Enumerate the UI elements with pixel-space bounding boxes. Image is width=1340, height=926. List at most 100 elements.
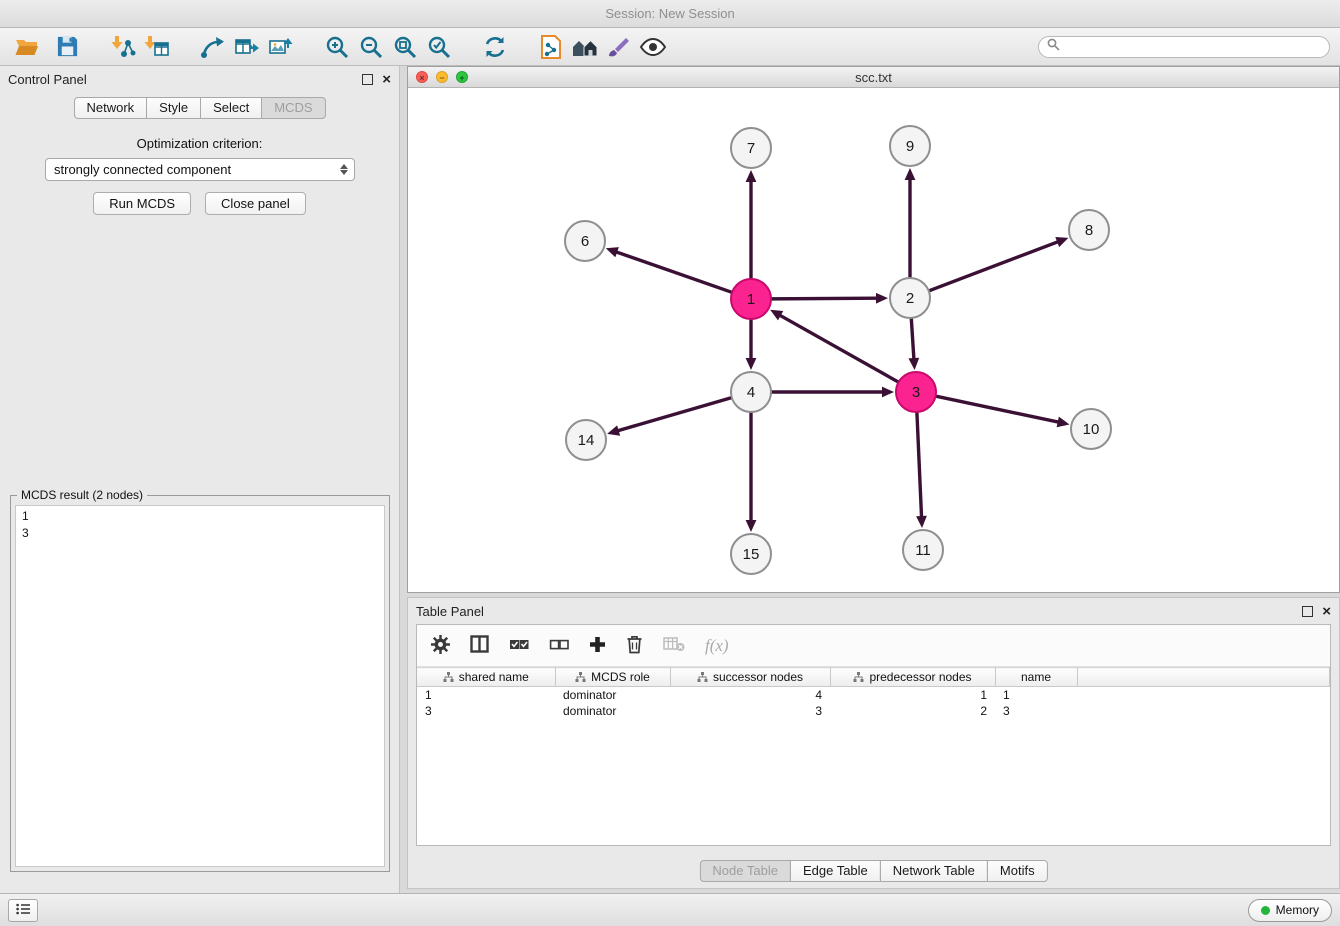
unselect-all-button[interactable] [549, 636, 569, 656]
delete-column-button[interactable] [626, 635, 643, 657]
export-table-button[interactable] [230, 32, 264, 62]
style-brush-button[interactable] [602, 32, 636, 62]
float-panel-icon[interactable] [362, 74, 373, 85]
control-panel-title: Control Panel [8, 72, 87, 87]
network-window-titlebar[interactable]: × − + scc.txt [408, 67, 1339, 88]
float-table-panel-icon[interactable] [1302, 606, 1313, 617]
result-item[interactable]: 1 [16, 508, 384, 525]
show-panels-button[interactable] [8, 899, 38, 922]
import-table-button[interactable] [140, 32, 174, 62]
network-edge-4-14[interactable] [619, 398, 731, 431]
share-network-button[interactable] [196, 32, 230, 62]
table-tabs: Node Table Edge Table Network Table Moti… [699, 860, 1047, 882]
edge-arrowhead-icon [882, 387, 894, 398]
zoom-in-button[interactable] [320, 32, 354, 62]
export-image-button[interactable] [264, 32, 298, 62]
edge-arrowhead-icon [606, 247, 619, 257]
network-edge-2-3[interactable] [911, 319, 913, 358]
column-header-successor-nodes[interactable]: successor nodes [670, 668, 830, 687]
first-neighbors-icon [571, 35, 599, 59]
delete-table-button[interactable] [663, 636, 685, 655]
run-mcds-button[interactable]: Run MCDS [93, 192, 191, 215]
column-type-icon [443, 672, 454, 683]
network-node-8[interactable]: 8 [1069, 210, 1109, 250]
close-panel-button[interactable]: Close panel [205, 192, 306, 215]
column-header-predecessor-nodes[interactable]: predecessor nodes [830, 668, 995, 687]
network-node-9[interactable]: 9 [890, 126, 930, 166]
cell-mcds-role[interactable]: dominator [555, 687, 670, 703]
network-node-7[interactable]: 7 [731, 128, 771, 168]
network-node-11[interactable]: 11 [903, 530, 943, 570]
select-all-icon [509, 636, 529, 656]
column-header-shared-name[interactable]: shared name [417, 668, 555, 687]
tab-style[interactable]: Style [146, 97, 201, 119]
tab-motifs[interactable]: Motifs [987, 860, 1048, 882]
app-title: Session: New Session [605, 6, 734, 21]
network-node-4[interactable]: 4 [731, 372, 771, 412]
close-panel-icon[interactable]: × [382, 74, 391, 85]
first-neighbors-button[interactable] [568, 32, 602, 62]
select-all-button[interactable] [509, 636, 529, 656]
import-network-button[interactable] [106, 32, 140, 62]
network-node-3[interactable]: 3 [896, 372, 936, 412]
search-input[interactable] [1066, 40, 1321, 54]
zoom-out-button[interactable] [354, 32, 388, 62]
cell-successor-nodes[interactable]: 4 [670, 687, 830, 703]
network-edge-1-6[interactable] [617, 252, 731, 292]
show-columns-button[interactable] [470, 635, 489, 656]
search-field[interactable] [1038, 36, 1330, 58]
window-close-icon[interactable]: × [416, 71, 428, 83]
cell-predecessor-nodes[interactable]: 1 [830, 687, 995, 703]
window-minimize-icon[interactable]: − [436, 71, 448, 83]
tab-select[interactable]: Select [200, 97, 262, 119]
svg-text:6: 6 [581, 233, 589, 250]
tab-node-table[interactable]: Node Table [699, 860, 791, 882]
cell-predecessor-nodes[interactable]: 2 [830, 703, 995, 719]
network-edge-2-8[interactable] [930, 242, 1058, 290]
network-node-1[interactable]: 1 [731, 279, 771, 319]
table-row[interactable]: 1 dominator 4 1 1 [417, 687, 1330, 703]
dropdown-stepper-icon [340, 164, 348, 175]
window-zoom-icon[interactable]: + [456, 71, 468, 83]
table-settings-button[interactable] [431, 635, 450, 657]
tab-network-table[interactable]: Network Table [880, 860, 988, 882]
save-session-button[interactable] [50, 32, 84, 62]
show-graphics-button[interactable] [636, 32, 670, 62]
result-item[interactable]: 3 [16, 525, 384, 542]
cell-mcds-role[interactable]: dominator [555, 703, 670, 719]
cell-successor-nodes[interactable]: 3 [670, 703, 830, 719]
zoom-fit-button[interactable] [388, 32, 422, 62]
column-header-name[interactable]: name [995, 668, 1077, 687]
cell-name[interactable]: 3 [995, 703, 1077, 719]
zoom-selected-button[interactable] [422, 32, 456, 62]
network-node-6[interactable]: 6 [565, 221, 605, 261]
column-header-mcds-role[interactable]: MCDS role [555, 668, 670, 687]
table-row[interactable]: 3 dominator 3 2 3 [417, 703, 1330, 719]
network-edge-3-10[interactable] [937, 396, 1058, 422]
cell-shared-name[interactable]: 1 [417, 687, 555, 703]
optimization-criterion-label: Optimization criterion: [0, 136, 399, 151]
criterion-dropdown[interactable]: strongly connected component [45, 158, 355, 181]
network-edge-3-11[interactable] [917, 413, 922, 516]
open-session-button[interactable] [10, 32, 44, 62]
tab-network[interactable]: Network [73, 97, 147, 119]
network-node-10[interactable]: 10 [1071, 409, 1111, 449]
network-node-2[interactable]: 2 [890, 278, 930, 318]
add-column-button[interactable] [589, 636, 606, 656]
network-node-15[interactable]: 15 [731, 534, 771, 574]
cell-name[interactable]: 1 [995, 687, 1077, 703]
network-canvas[interactable]: 7 9 6 8 1 2 4 3 14 10 15 11 [409, 89, 1340, 593]
function-builder-button[interactable]: f(x) [705, 636, 729, 656]
refresh-button[interactable] [478, 32, 512, 62]
memory-button[interactable]: Memory [1248, 899, 1332, 922]
cell-shared-name[interactable]: 3 [417, 703, 555, 719]
network-edge-1-2[interactable] [772, 298, 876, 299]
svg-text:3: 3 [912, 384, 920, 401]
close-table-panel-icon[interactable]: × [1322, 606, 1331, 617]
network-from-file-button[interactable] [534, 32, 568, 62]
network-edge-3-1[interactable] [781, 316, 898, 382]
network-node-14[interactable]: 14 [566, 420, 606, 460]
tab-mcds[interactable]: MCDS [261, 97, 325, 119]
mcds-result-list[interactable]: 1 3 [15, 505, 385, 867]
tab-edge-table[interactable]: Edge Table [790, 860, 881, 882]
